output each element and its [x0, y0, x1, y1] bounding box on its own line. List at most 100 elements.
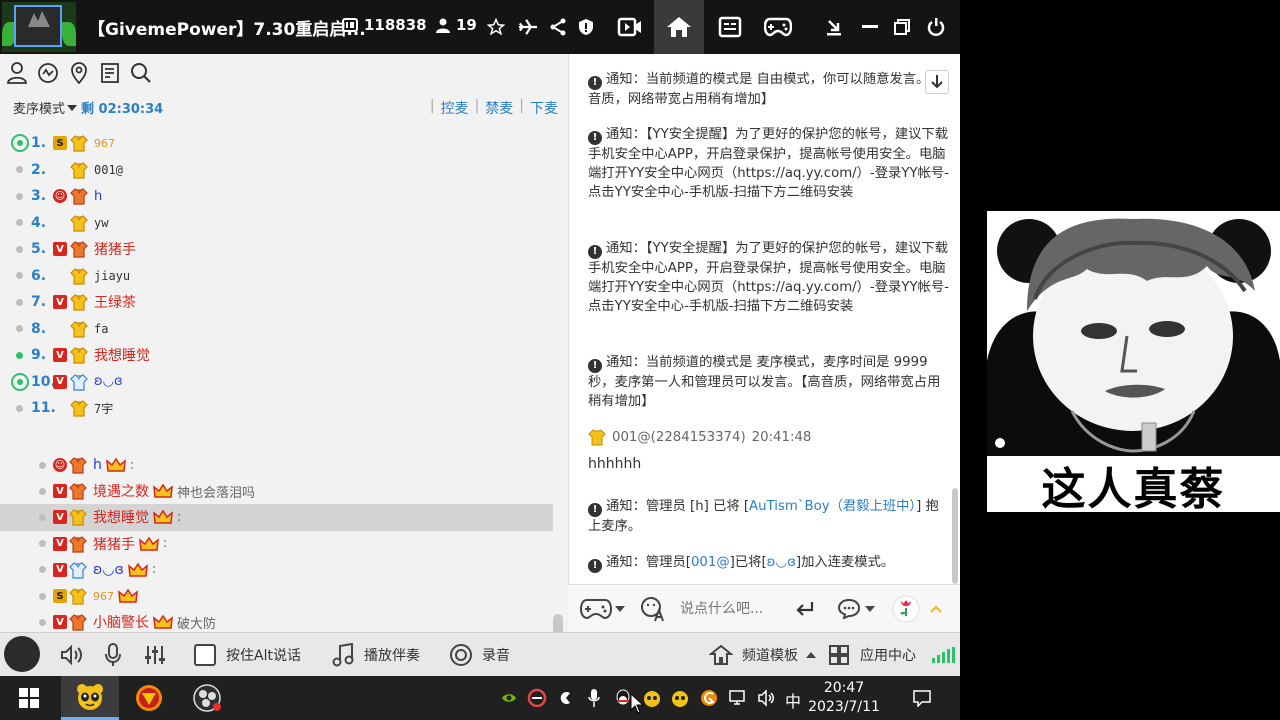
- press-alt-to-talk-toggle[interactable]: 按住Alt说话: [192, 641, 301, 669]
- favorite-star-icon[interactable]: [480, 11, 512, 43]
- record-label: 录音: [482, 648, 510, 664]
- minimize-icon[interactable]: [854, 11, 886, 43]
- emoji-font-button[interactable]: [640, 595, 668, 623]
- nvidia-tray-icon[interactable]: [498, 687, 520, 709]
- yy-tray-icon[interactable]: [641, 687, 663, 709]
- mic-queue-row[interactable]: 8. fa: [0, 316, 568, 343]
- enter-arrow-icon: [796, 602, 814, 616]
- video-icon[interactable]: [614, 11, 646, 43]
- taskbar-obs-app[interactable]: [178, 676, 236, 720]
- user-list-row[interactable]: S 967: [0, 583, 568, 609]
- app-center-button[interactable]: 应用中心: [826, 641, 916, 669]
- avatar[interactable]: [4, 636, 40, 672]
- send-button[interactable]: [796, 595, 814, 623]
- audio-settings-button[interactable]: [142, 641, 168, 669]
- game-menu-button[interactable]: [580, 595, 625, 623]
- windows-taskbar: 中 20:47 2023/7/11: [0, 676, 960, 720]
- user-link[interactable]: ʚ◡ɞ: [767, 555, 796, 570]
- expand-up-icon[interactable]: [930, 595, 942, 623]
- steelseries-tray-icon[interactable]: [526, 687, 548, 709]
- vip-shirt-icon: [69, 588, 87, 605]
- list-icon[interactable]: [714, 11, 746, 43]
- app-grid-icon: [829, 645, 849, 665]
- user-link[interactable]: 001@: [691, 555, 730, 570]
- chat-message-author[interactable]: 001@(2284153374) 20:41:48: [588, 428, 811, 446]
- input-method-indicator[interactable]: 中: [785, 688, 801, 712]
- mic-mode-selector[interactable]: 麦序模式 剩 02:30:34: [13, 98, 163, 117]
- notice-icon: !: [588, 75, 602, 90]
- gamepad-icon[interactable]: [762, 11, 794, 43]
- play-accompaniment-button[interactable]: 播放伴奏: [330, 641, 420, 669]
- user-list-row[interactable]: Vʚ◡ɞ:: [0, 557, 568, 583]
- chat-scrollbar[interactable]: [952, 488, 958, 584]
- chat-input-bar: [568, 584, 960, 632]
- restore-icon[interactable]: [886, 11, 918, 43]
- mic-queue-row[interactable]: 11. 7宇: [0, 395, 568, 422]
- notes-icon[interactable]: [97, 58, 123, 88]
- home-button[interactable]: [654, 0, 704, 54]
- emoji-badge: ☺: [53, 458, 67, 473]
- record-button[interactable]: 录音: [448, 641, 510, 669]
- ban-mic-link[interactable]: 禁麦: [485, 98, 513, 118]
- shield-icon[interactable]: [570, 11, 602, 43]
- channel-activity-icon[interactable]: [35, 58, 61, 88]
- chat-notice: ! 通知：【YY安全提醒】为了更好的保护您的帐号，建议下载手机安全中心APP，开启…: [588, 241, 949, 315]
- plane-icon[interactable]: [512, 11, 544, 43]
- user-list-row[interactable]: V 猪猪手:: [0, 531, 568, 557]
- leave-mic-link[interactable]: 下麦: [530, 98, 558, 118]
- vip-shirt-icon: [70, 400, 88, 417]
- clock-date: 2023/7/11: [808, 699, 880, 715]
- channel-logo[interactable]: [2, 2, 76, 52]
- user-list-row[interactable]: V 境遇之数 神也会落泪吗: [0, 478, 568, 504]
- channel-template-button[interactable]: 频道模板: [708, 641, 816, 669]
- search-icon[interactable]: [128, 58, 154, 88]
- queue-number: 5.: [31, 241, 47, 258]
- user-list-row[interactable]: ☺ h:: [0, 452, 568, 478]
- queue-number: 8.: [31, 320, 47, 337]
- taskbar-yy-app[interactable]: [61, 676, 119, 720]
- vip-shirt-icon: [69, 562, 87, 579]
- download-icon[interactable]: [818, 11, 850, 43]
- mic-queue-row[interactable]: 4. yw: [0, 210, 568, 237]
- network-tray-icon[interactable]: [727, 687, 749, 709]
- chat-input[interactable]: [680, 597, 800, 621]
- microphone-button[interactable]: [100, 641, 126, 669]
- yy-app-window: 【GivemePower】7.30重启启... 118838 19 麦序模式 剩…: [0, 0, 1280, 720]
- mic-queue-row[interactable]: 9. V 我想睡觉: [0, 342, 568, 369]
- user-profile-icon[interactable]: [4, 58, 30, 88]
- control-mic-link[interactable]: 控麦: [441, 98, 469, 118]
- flower-gift-button[interactable]: [892, 595, 920, 623]
- music-note-icon: [332, 643, 354, 667]
- user-name: 境遇之数: [93, 484, 149, 501]
- mic-queue-row[interactable]: 3. ☺ h: [0, 183, 568, 210]
- mic-queue-row[interactable]: 2. 001@: [0, 157, 568, 184]
- speaker-volume-button[interactable]: [58, 641, 84, 669]
- start-button[interactable]: [0, 676, 58, 720]
- status-dot: [16, 272, 23, 280]
- app-tray-icon[interactable]: [555, 687, 577, 709]
- notification-center-icon[interactable]: [908, 684, 936, 712]
- power-close-icon[interactable]: [920, 11, 952, 43]
- taskbar-game-app[interactable]: [120, 676, 178, 720]
- user-list-row[interactable]: V 我想睡觉:: [0, 504, 553, 531]
- yy-tray-icon-2[interactable]: [669, 687, 691, 709]
- mic-queue-row[interactable]: 7. V 王绿茶: [0, 289, 568, 316]
- mic-queue-row[interactable]: 10. Vʚ◡ɞ: [0, 369, 568, 396]
- volume-tray-icon[interactable]: [756, 687, 778, 709]
- quick-reply-button[interactable]: [838, 595, 875, 623]
- user-link[interactable]: AuTism`Boy（君毅上班中）: [749, 499, 916, 514]
- location-pin-icon[interactable]: [66, 58, 92, 88]
- game-launcher-tray-icon[interactable]: [698, 687, 720, 709]
- system-clock[interactable]: 20:47 2023/7/11: [806, 679, 882, 717]
- user-status-text: :: [177, 509, 182, 525]
- chat-notice: ! 通知：当前频道的模式是 麦序模式，麦序时间是 9999 秒，麦序第一人和管理员…: [588, 355, 941, 409]
- emoji-badge: ☺: [53, 189, 67, 204]
- user-list-row[interactable]: V 小脑警长 破大防: [0, 609, 568, 632]
- scroll-to-bottom-button[interactable]: [925, 70, 949, 94]
- mic-queue-row[interactable]: 5. V 猪猪手: [0, 236, 568, 263]
- microphone-tray-icon[interactable]: [583, 687, 605, 709]
- user-status-text: 破大防: [177, 616, 217, 632]
- mic-queue-row[interactable]: 6. jiayu: [0, 263, 568, 290]
- mic-queue-row[interactable]: 1. S 967: [0, 130, 568, 157]
- channel-template-label: 频道模板: [742, 648, 798, 664]
